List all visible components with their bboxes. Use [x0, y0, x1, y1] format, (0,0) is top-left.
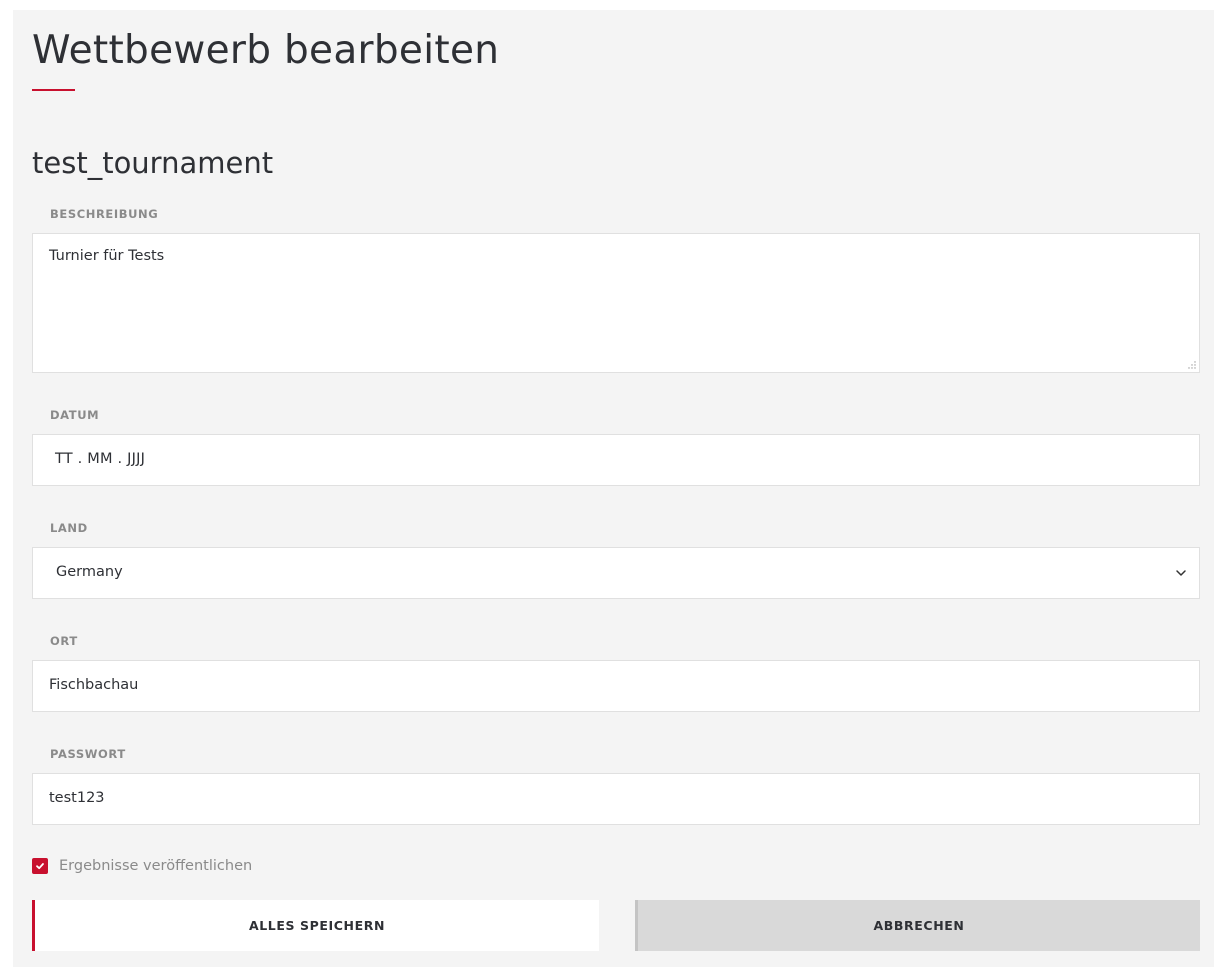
publish-results-checkbox[interactable]: [32, 858, 48, 874]
description-textarea[interactable]: Turnier für Tests: [32, 233, 1200, 373]
city-label: ORT: [50, 634, 78, 648]
date-placeholder: TT . MM . JJJJ: [55, 451, 146, 467]
title-underline: [32, 89, 75, 91]
password-label: PASSWORT: [50, 747, 126, 761]
cancel-button[interactable]: ABBRECHEN: [635, 900, 1200, 951]
date-input[interactable]: TT . MM . JJJJ: [32, 434, 1200, 486]
publish-results-label: Ergebnisse veröffentlichen: [59, 858, 253, 874]
country-label: LAND: [50, 521, 88, 535]
description-value: Turnier für Tests: [49, 248, 165, 264]
city-value: Fischbachau: [49, 677, 139, 693]
resize-handle-icon[interactable]: [1188, 361, 1196, 369]
description-label: BESCHREIBUNG: [50, 207, 159, 221]
country-selected-value: Germany: [56, 564, 123, 580]
edit-competition-panel: Wettbewerb bearbeiten test_tournament BE…: [13, 10, 1214, 967]
checkmark-icon: [36, 863, 44, 870]
country-select[interactable]: Germany: [32, 547, 1200, 599]
city-input[interactable]: Fischbachau: [32, 660, 1200, 712]
password-input[interactable]: test123: [32, 773, 1200, 825]
page-title: Wettbewerb bearbeiten: [32, 28, 500, 73]
competition-name: test_tournament: [32, 146, 274, 180]
chevron-down-icon: [1176, 570, 1186, 576]
password-value: test123: [49, 790, 105, 806]
save-all-button[interactable]: ALLES SPEICHERN: [32, 900, 599, 951]
publish-results-row[interactable]: Ergebnisse veröffentlichen: [32, 855, 252, 877]
date-label: DATUM: [50, 408, 100, 422]
